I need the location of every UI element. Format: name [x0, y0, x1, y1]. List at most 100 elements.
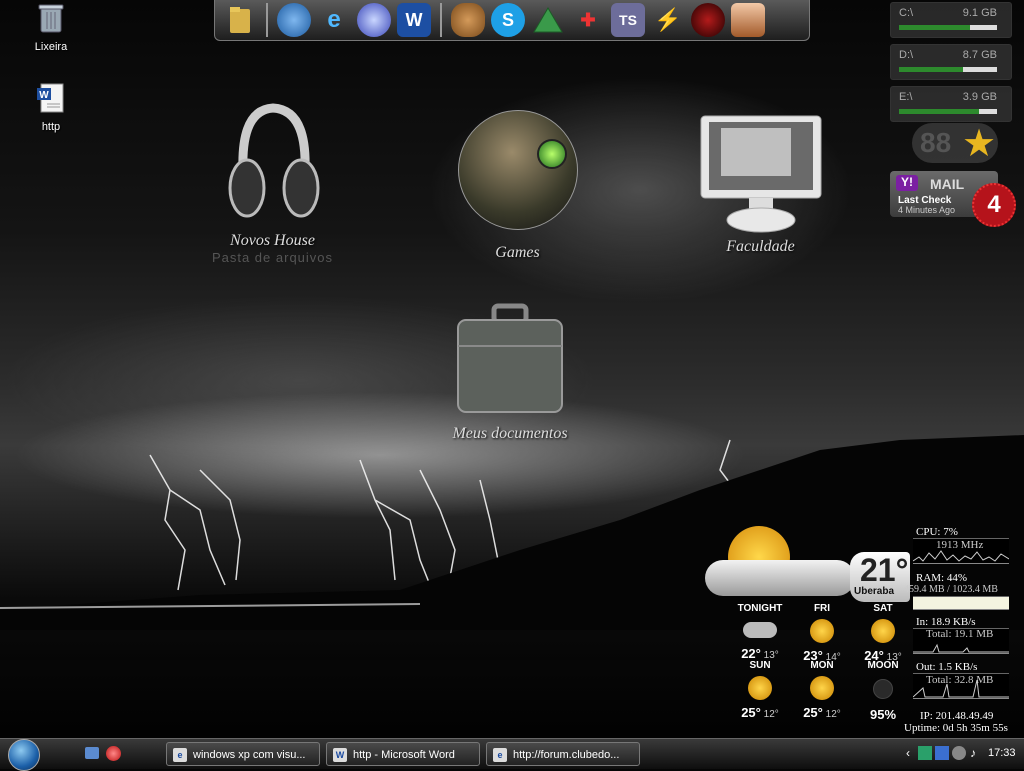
- ts-icon[interactable]: TS: [611, 3, 645, 37]
- system-monitor-widget: CPU: 7% 1913 MHz RAM: 44% 459.4 MB / 102…: [904, 524, 1022, 738]
- taskbar: e windows xp com visu... W http - Micros…: [0, 738, 1024, 771]
- net-out-total: Total: 32.8 MB: [926, 674, 994, 686]
- media-quicklaunch-icon[interactable]: [106, 746, 121, 761]
- ram-graph: [913, 596, 1009, 610]
- mascot-icon[interactable]: ✚: [571, 3, 605, 37]
- drive-meter-c: C:\ 9.1 GB: [890, 2, 1012, 38]
- current-temp: 21°: [860, 552, 909, 588]
- desktop-icon-label: http: [41, 121, 61, 133]
- games-orb-icon: [457, 110, 578, 230]
- windows-orb-icon: [8, 739, 40, 771]
- word-document-icon: W: [37, 83, 64, 113]
- net-out-label: Out: 1.5 KB/s: [916, 661, 978, 673]
- taskbar-item[interactable]: W http - Microsoft Word: [326, 742, 480, 766]
- dock-separator: [440, 3, 442, 37]
- media-disc-icon[interactable]: [691, 3, 725, 37]
- desktop-icon-lixeira[interactable]: Lixeira: [16, 2, 86, 53]
- ip-address: IP: 201.48.49.49: [920, 710, 994, 722]
- show-desktop-icon[interactable]: [85, 747, 99, 759]
- desktop-folder-novos-house[interactable]: Novos House Pasta de arquivos: [205, 100, 340, 265]
- tray-bluetooth-icon[interactable]: [935, 746, 949, 760]
- monitor-icon: [700, 115, 821, 233]
- tray-network-icon[interactable]: [952, 746, 966, 760]
- sun-icon: [748, 676, 772, 700]
- desktop-icon-http[interactable]: W http: [16, 82, 86, 133]
- mail-count-badge: 4: [972, 183, 1016, 227]
- desktop-icon-label: Lixeira: [34, 41, 68, 53]
- skype-icon[interactable]: S: [491, 3, 525, 37]
- network-globe-icon[interactable]: [277, 3, 311, 37]
- ram-detail: 459.4 MB / 1023.4 MB: [904, 584, 998, 595]
- ram-label: RAM: 44%: [916, 572, 968, 584]
- forecast-sat: SAT 24° 13°: [864, 603, 902, 663]
- sun-icon: [810, 676, 834, 700]
- ie-task-icon: e: [173, 748, 187, 762]
- drive-meter-d: D:\ 8.7 GB: [890, 44, 1012, 80]
- anime-avatar-icon[interactable]: [731, 3, 765, 37]
- forecast-tonight: TONIGHT 22° 13°: [737, 603, 783, 661]
- ts-label: TS: [619, 12, 637, 28]
- folder-label: Meus documentos: [452, 425, 568, 442]
- folder-label: Faculdade: [726, 238, 795, 255]
- recycle-bin-icon: [38, 4, 64, 33]
- drive-usage-bar: [899, 25, 997, 30]
- folder-icon[interactable]: [223, 3, 257, 37]
- winamp-icon[interactable]: ⚡: [651, 3, 685, 37]
- drive-size: 3.9 GB: [962, 91, 997, 103]
- mail-label: MAIL: [930, 176, 965, 192]
- clock-digits: 88: [920, 127, 952, 158]
- forecast-sun: SUN 25° 12°: [741, 660, 779, 720]
- drive-letter: C:\: [899, 7, 914, 19]
- volume-icon[interactable]: ♪: [970, 746, 976, 760]
- tray-app-icon[interactable]: [918, 746, 932, 760]
- browser-globe-icon[interactable]: [357, 3, 391, 37]
- word-icon[interactable]: W: [397, 3, 431, 37]
- forecast-mon: MON 25° 12°: [803, 660, 841, 720]
- taskbar-item[interactable]: e windows xp com visu...: [166, 742, 320, 766]
- taskbar-item-label: http - Microsoft Word: [353, 749, 455, 761]
- drive-size: 9.1 GB: [962, 7, 997, 19]
- moon-icon: [873, 679, 893, 699]
- sun-icon: [810, 619, 834, 643]
- drive-size: 8.7 GB: [962, 49, 997, 61]
- drive-meter-e: E:\ 3.9 GB: [890, 86, 1012, 122]
- desktop-folder-games[interactable]: Games: [455, 110, 580, 262]
- net-in-label: In: 18.9 KB/s: [916, 616, 976, 628]
- cpu-mhz: 1913 MHz: [936, 539, 984, 551]
- cpu-label: CPU: 7%: [916, 526, 958, 538]
- taskbar-item[interactable]: e http://forum.clubedo...: [486, 742, 640, 766]
- donkey-icon[interactable]: [451, 3, 485, 37]
- folder-label: Games: [495, 244, 540, 261]
- internet-explorer-icon[interactable]: e: [317, 3, 351, 37]
- drive-letter: D:\: [899, 49, 914, 61]
- pyramid-icon[interactable]: [531, 3, 565, 37]
- forecast-fri: FRI 23° 14°: [803, 603, 841, 663]
- yahoo-logo-icon: Y!: [896, 175, 918, 191]
- net-in-total: Total: 19.1 MB: [926, 628, 994, 640]
- drive-usage-bar: [899, 67, 997, 72]
- sun-icon: [871, 619, 895, 643]
- launcher-dock: e W S ✚ TS ⚡: [214, 0, 810, 41]
- taskbar-item-label: windows xp com visu...: [193, 749, 306, 761]
- system-tray: ‹ ♪ 17:33: [904, 739, 1024, 769]
- tray-expand-icon[interactable]: ‹: [906, 746, 910, 760]
- desktop-folder-meus-documentos[interactable]: Meus documentos: [440, 300, 580, 443]
- weather-widget[interactable]: 21° Uberaba TONIGHT 22° 13° FRI 23° 14° …: [700, 520, 915, 722]
- star-clock-widget[interactable]: 88 ★: [912, 123, 998, 165]
- desktop-folder-faculdade[interactable]: Faculdade: [693, 112, 828, 256]
- uptime: Uptime: 0d 5h 35m 55s: [904, 722, 1008, 734]
- cloudy-moon-icon: [743, 622, 777, 638]
- drive-usage-bar: [899, 109, 997, 114]
- folder-sublabel: Pasta de arquivos: [211, 250, 334, 265]
- star-icon: ★: [962, 123, 997, 165]
- svg-text:W: W: [39, 90, 49, 101]
- ie-task-icon: e: [493, 748, 507, 762]
- drive-letter: E:\: [899, 91, 913, 103]
- headphones-icon: [228, 103, 319, 218]
- start-button[interactable]: [8, 739, 46, 771]
- forecast-moon: MOON 95%: [867, 660, 899, 722]
- cloud-icon: [705, 560, 855, 596]
- dock-separator: [266, 3, 268, 37]
- tray-clock[interactable]: 17:33: [988, 747, 1016, 759]
- briefcase-icon: [457, 303, 563, 413]
